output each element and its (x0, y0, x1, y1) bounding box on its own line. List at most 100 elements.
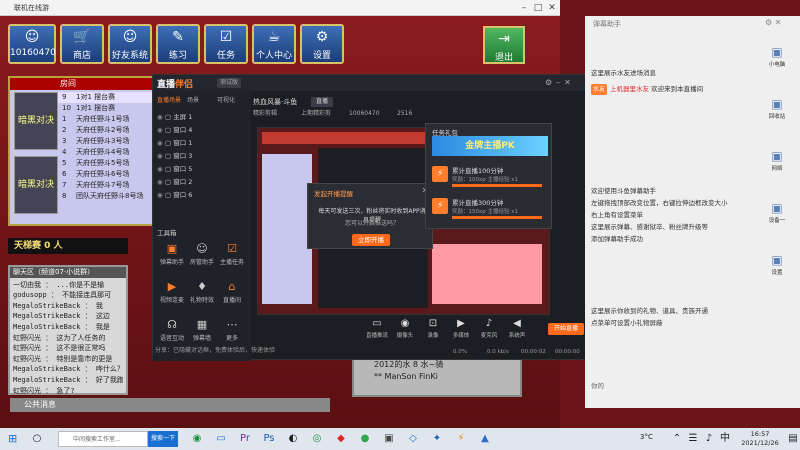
control-button[interactable]: ⊡ 录像 (419, 317, 447, 341)
lock-icon[interactable]: ▢ (165, 178, 173, 186)
weather-temperature[interactable]: 3°C (640, 433, 662, 445)
desktop-icon[interactable]: ▣ 设置 (762, 252, 792, 282)
lock-icon[interactable]: ▢ (165, 126, 173, 134)
room-row[interactable]: 9 1对1 摆台赛 (58, 92, 154, 103)
scene-item[interactable]: ◉ ▢ 窗口 2 (157, 176, 247, 188)
public-message-bar[interactable]: 公共消息 (10, 398, 330, 412)
list-item[interactable]: ** ManSon FinKi (374, 371, 500, 383)
room-row[interactable]: 2 天府任野斗2号场 (58, 125, 154, 136)
sub-tab[interactable]: 上期精彩剪 (301, 109, 331, 119)
top-icon-button[interactable]: ☺ 好友系统 (108, 24, 152, 64)
eye-icon[interactable]: ◉ (157, 124, 165, 136)
top-icon-button[interactable]: ☕ 个人中心 (252, 24, 296, 64)
sub-tab[interactable]: 2516 (397, 109, 412, 119)
room-row[interactable]: 3 天府任野斗3号场 (58, 136, 154, 147)
room-row[interactable]: 7 天府任野斗7号场 (58, 180, 154, 191)
room-row[interactable]: 6 天府任野斗6号场 (58, 169, 154, 180)
app-icon[interactable]: ▣ (382, 431, 396, 447)
room-row[interactable]: 5 天府任野斗5号场 (58, 158, 154, 169)
scene-item[interactable]: ◉ ▢ 窗口 3 (157, 150, 247, 162)
helper-controls[interactable]: ⚙ ✕ (765, 18, 795, 30)
eye-icon[interactable]: ◉ (157, 189, 165, 201)
top-icon-button[interactable]: 🛒 商店 (60, 24, 104, 64)
room-row[interactable]: 1 天府任野斗1号场 (58, 114, 154, 125)
clock-date[interactable]: 2021/12/26 (736, 439, 784, 448)
pk-banner[interactable]: 金牌主播PK (432, 136, 548, 156)
sub-tab[interactable]: 精彩剪辑 (253, 109, 277, 119)
scene-item[interactable]: ◉ ▢ 窗口 5 (157, 163, 247, 175)
room-row[interactable]: 10 1对1 摆台赛 (58, 103, 154, 114)
lock-icon[interactable]: ▢ (165, 191, 173, 199)
window-controls[interactable]: ⚙–✕ (545, 78, 585, 88)
tool-button[interactable]: ☊ 语音互动 (159, 317, 185, 345)
maximize-icon[interactable]: □ (532, 2, 544, 14)
user-id-button[interactable]: ☺ 10160470 (8, 24, 56, 64)
gift-task-item[interactable]: ⚡ 累计直播300分钟 奖励：150xp 主播经验 x1 (432, 196, 548, 226)
exit-button[interactable]: ⇥ 退出 (483, 26, 525, 64)
ime-icon[interactable]: 中 (718, 431, 732, 447)
app-icon[interactable]: ▲ (478, 431, 492, 447)
close-icon[interactable]: ✕ (546, 2, 558, 14)
explorer-icon[interactable]: ▭ (214, 431, 228, 447)
tool-button[interactable]: ⌂ 直播间 (219, 279, 245, 307)
windows-start-icon[interactable]: ⊞ (8, 433, 20, 445)
tab-0[interactable]: 直播场景 (157, 95, 181, 107)
app-icon[interactable]: ✦ (430, 431, 444, 447)
clock-time[interactable]: 16:57 (740, 430, 780, 439)
desktop-icon[interactable]: ▣ 回收站 (762, 96, 792, 126)
desktop-icon[interactable]: ▣ 设备一 (762, 200, 792, 230)
control-button[interactable]: ▭ 直播推流 (363, 317, 391, 341)
tool-button[interactable]: ▣ 弹幕助手 (159, 241, 185, 269)
desktop-icon[interactable]: ▣ 网络 (762, 148, 792, 178)
tool-button[interactable]: ▦ 弹幕墙 (189, 317, 215, 345)
lock-icon[interactable]: ▢ (165, 139, 173, 147)
control-button[interactable]: ◉ 摄像头 (391, 317, 419, 341)
network-icon[interactable]: ☰ (686, 431, 700, 447)
room-card[interactable]: 暗黑对决 (14, 156, 58, 214)
tool-button[interactable]: ☺ 房管助手 (189, 241, 215, 269)
app-icon[interactable]: ◆ (334, 431, 348, 447)
desktop-icon[interactable]: ▣ 小电脑 (762, 44, 792, 74)
top-icon-button[interactable]: ⚙ 设置 (300, 24, 344, 64)
search-input[interactable]: 中间搜索工作室... (58, 431, 148, 447)
qq-icon[interactable]: ◐ (286, 431, 300, 447)
app-icon[interactable]: ◇ (406, 431, 420, 447)
start-live-button[interactable]: 开始直播 (548, 323, 584, 335)
scene-item[interactable]: ◉ ▢ 主屏 1 (157, 111, 247, 123)
search-icon[interactable]: ○ (30, 431, 44, 447)
list-item[interactable]: 2012的水 8 水~骑 (374, 359, 500, 371)
volume-icon[interactable]: ♪ (702, 431, 716, 447)
scene-item[interactable]: ◉ ▢ 窗口 1 (157, 137, 247, 149)
sub-tab[interactable]: 10060470 (349, 109, 380, 119)
tray-up-icon[interactable]: ⌃ (670, 431, 684, 447)
scene-item[interactable]: ◉ ▢ 窗口 4 (157, 124, 247, 136)
tool-button[interactable]: ⋯ 更多 (219, 317, 245, 345)
room-row[interactable]: 8 团队天府任野斗8号场 (58, 191, 154, 202)
tool-button[interactable]: ♦ 礼物特效 (189, 279, 215, 307)
app-icon[interactable]: ◉ (190, 431, 204, 447)
premiere-icon[interactable]: Pr (238, 431, 252, 447)
go-live-now-button[interactable]: 立即开播 (352, 234, 390, 246)
tab-2[interactable]: 可视化 (217, 95, 235, 107)
photoshop-icon[interactable]: Ps (262, 431, 276, 447)
wechat-icon[interactable]: ● (358, 431, 372, 447)
edge-icon[interactable]: ◎ (310, 431, 324, 447)
gift-task-item[interactable]: ⚡ 累计直播100分钟 奖励：100xp 主播经验 x1 (432, 164, 548, 194)
control-button[interactable]: ♪ 麦克风 (475, 317, 503, 341)
eye-icon[interactable]: ◉ (157, 111, 165, 123)
control-button[interactable]: ▶ 多媒体 (447, 317, 475, 341)
minimize-icon[interactable]: – (518, 2, 530, 14)
tool-button[interactable]: ☑ 主播任务 (219, 241, 245, 269)
top-icon-button[interactable]: ☑ 任务 (204, 24, 248, 64)
search-button[interactable]: 搜索一下 (148, 431, 178, 447)
scene-item[interactable]: ◉ ▢ 窗口 6 (157, 189, 247, 201)
tab-1[interactable]: 场景 (187, 95, 199, 107)
streamer-app-icon[interactable]: ⚡ (454, 431, 468, 447)
room-row[interactable]: 4 天府任野斗4号场 (58, 147, 154, 158)
control-button[interactable]: ◀ 系统声 (503, 317, 531, 341)
top-icon-button[interactable]: ✎ 练习 (156, 24, 200, 64)
lock-icon[interactable]: ▢ (165, 113, 173, 121)
notification-icon[interactable]: ▤ (786, 431, 800, 447)
eye-icon[interactable]: ◉ (157, 137, 165, 149)
eye-icon[interactable]: ◉ (157, 163, 165, 175)
